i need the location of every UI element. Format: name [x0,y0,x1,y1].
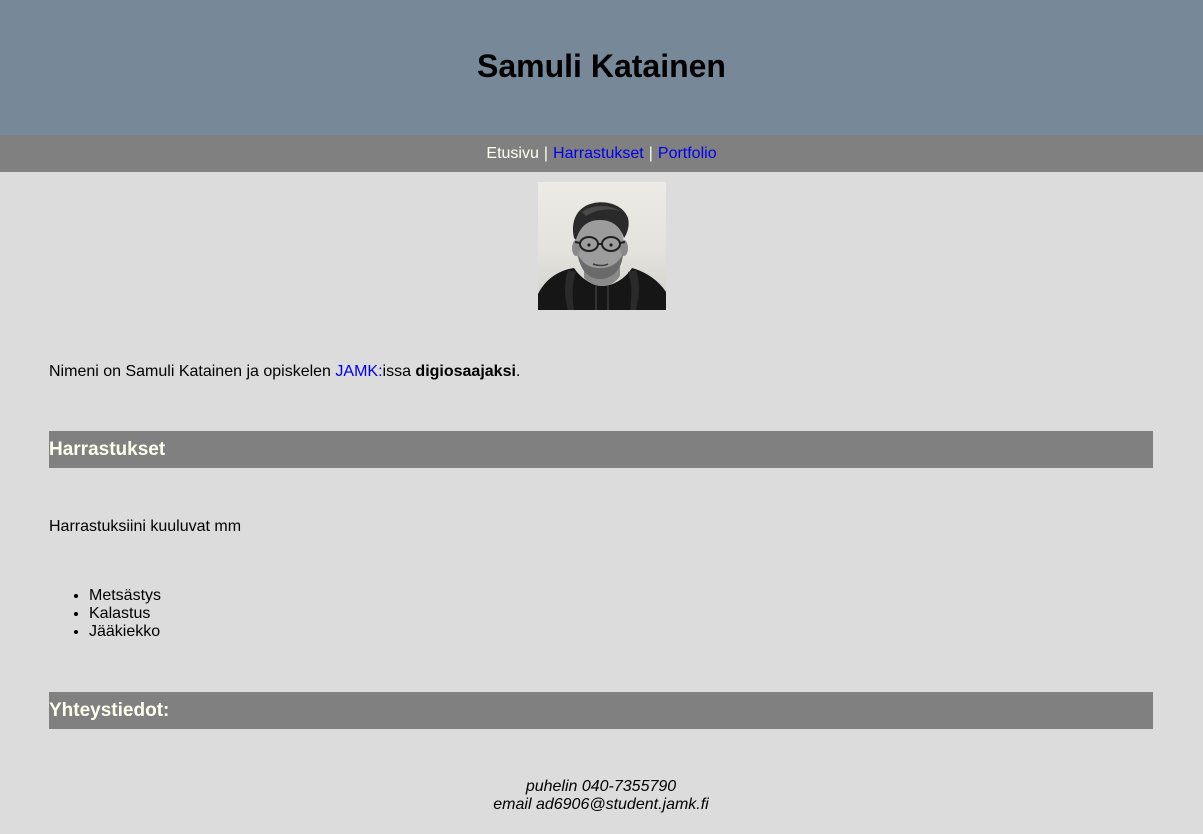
list-item: Kalastus [89,605,1153,623]
jamk-link[interactable]: JAMK: [335,363,382,380]
intro-bold-text: digiosaajaksi [415,363,516,380]
contact-phone: puhelin 040-7355790 [525,778,677,795]
hobbies-heading: Harrastukset [49,431,1153,468]
page-header: Samuli Katainen [0,0,1203,135]
nav-separator: | [543,144,549,162]
portrait-illustration [537,202,666,310]
intro-text-middle: issa [382,363,416,380]
hobbies-list: Metsästys Kalastus Jääkiekko [49,587,1153,641]
contact-heading: Yhteystiedot: [49,692,1153,729]
page-title: Samuli Katainen [477,48,726,84]
list-item: Metsästys [89,587,1153,605]
nav-separator: | [648,144,653,162]
intro-text: Nimeni on Samuli Katainen ja opiskelen [49,363,336,380]
contact-email: email ad6906@student.jamk.fi [493,796,709,813]
profile-photo-wrap [0,182,1203,310]
contact-info: puhelin 040-7355790 email ad6906@student… [49,778,1153,814]
nav-link-harrastukset[interactable]: Harrastukset [553,145,644,163]
intro-text-end: . [515,363,521,380]
main-nav: Etusivu | Harrastukset | Portfolio [0,135,1203,172]
nav-link-etusivu[interactable]: Etusivu [486,145,538,163]
nav-link-portfolio[interactable]: Portfolio [658,145,717,163]
profile-photo [537,182,666,310]
main-content: Nimeni on Samuli Katainen ja opiskelen J… [49,363,1153,814]
hobbies-intro-text: Harrastuksiini kuuluvat mm [49,518,242,535]
intro-paragraph: Nimeni on Samuli Katainen ja opiskelen J… [49,363,1153,381]
list-item: Jääkiekko [89,623,1153,641]
